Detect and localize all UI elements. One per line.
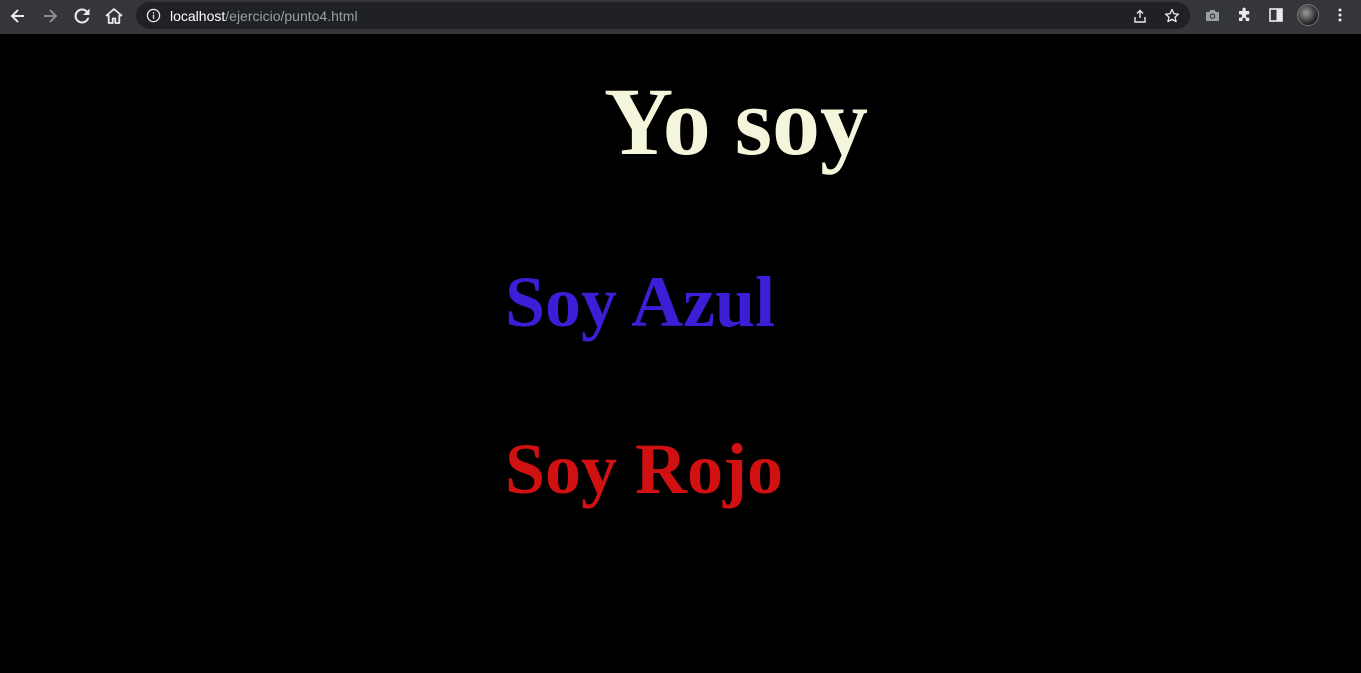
screenshot-extension-button[interactable] xyxy=(1202,5,1222,25)
page-content: Yo soy Soy Azul Soy Rojo xyxy=(0,34,1361,673)
forward-button[interactable] xyxy=(37,3,63,29)
page-heading: Yo soy xyxy=(604,68,869,175)
url-host: localhost xyxy=(170,8,226,24)
bookmark-button[interactable] xyxy=(1163,7,1181,25)
extensions-button[interactable] xyxy=(1234,5,1254,25)
share-button[interactable] xyxy=(1131,7,1149,25)
browser-toolbar: localhost/ejercicio/punto4.html xyxy=(0,0,1361,32)
camera-icon xyxy=(1205,9,1219,21)
menu-button[interactable] xyxy=(1330,5,1350,25)
home-icon xyxy=(105,8,123,24)
side-panel-button[interactable] xyxy=(1266,5,1286,25)
arrow-left-icon xyxy=(10,9,24,23)
share-icon xyxy=(1134,9,1146,23)
blue-text: Soy Azul xyxy=(505,262,776,342)
url-path: /ejercicio/punto4.html xyxy=(225,8,358,24)
reload-icon xyxy=(74,8,90,24)
home-button[interactable] xyxy=(101,3,127,29)
address-bar[interactable]: localhost/ejercicio/punto4.html xyxy=(136,2,1190,29)
reload-button[interactable] xyxy=(69,3,95,29)
info-icon[interactable] xyxy=(146,8,161,23)
arrow-right-icon xyxy=(44,9,58,23)
url-text[interactable]: localhost/ejercicio/punto4.html xyxy=(170,8,358,24)
profile-avatar[interactable] xyxy=(1297,4,1319,26)
kebab-menu-icon xyxy=(1338,8,1342,22)
red-text: Soy Rojo xyxy=(505,429,784,509)
puzzle-icon xyxy=(1238,7,1249,21)
side-panel-icon xyxy=(1269,8,1283,22)
star-icon xyxy=(1164,8,1180,23)
back-button[interactable] xyxy=(5,3,31,29)
